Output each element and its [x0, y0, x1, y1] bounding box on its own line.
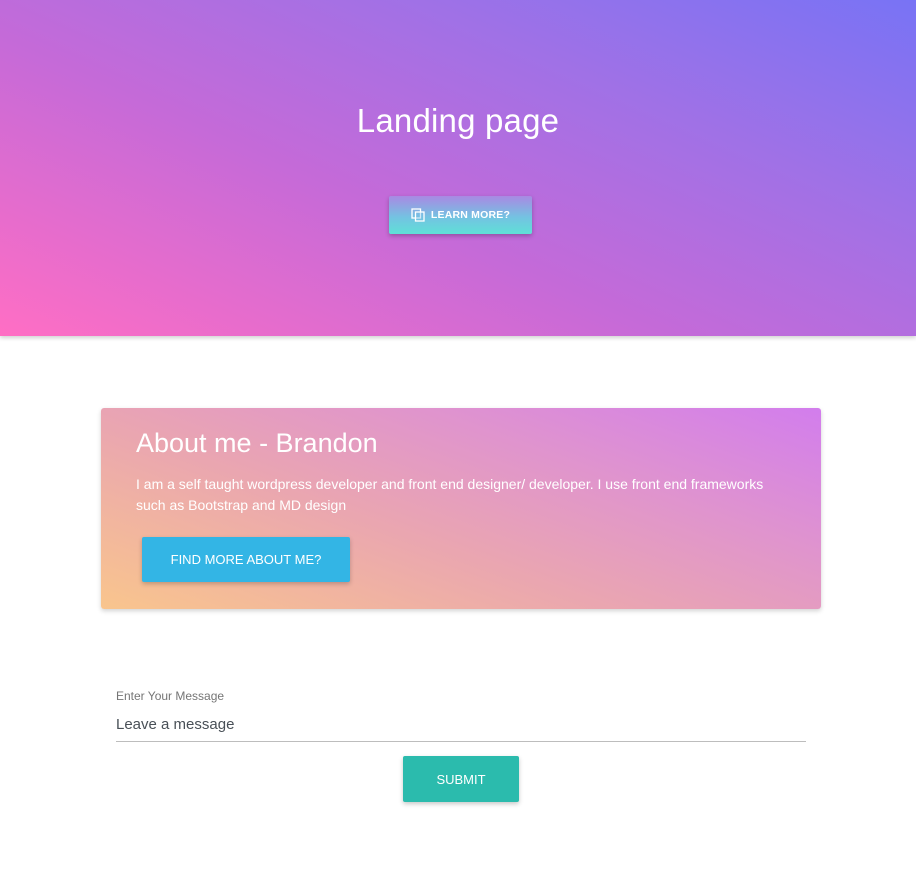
find-more-button[interactable]: FIND MORE ABOUT ME? [142, 537, 350, 582]
about-description: I am a self taught wordpress developer a… [136, 476, 764, 513]
learn-more-button[interactable]: LEARN MORE? [389, 196, 532, 234]
message-input[interactable] [116, 707, 806, 742]
message-label: Enter Your Message [116, 689, 225, 703]
learn-more-label: LEARN MORE? [430, 209, 511, 221]
about-card: About me - Brandon I am a self taught wo… [101, 408, 821, 609]
hero-title: Landing page [356, 102, 560, 139]
submit-button[interactable]: SUBMIT [403, 756, 519, 802]
hero-section: Landing page LEARN MORE? [0, 0, 916, 336]
copy-icon [411, 208, 425, 222]
about-title: About me - Brandon [136, 428, 378, 458]
